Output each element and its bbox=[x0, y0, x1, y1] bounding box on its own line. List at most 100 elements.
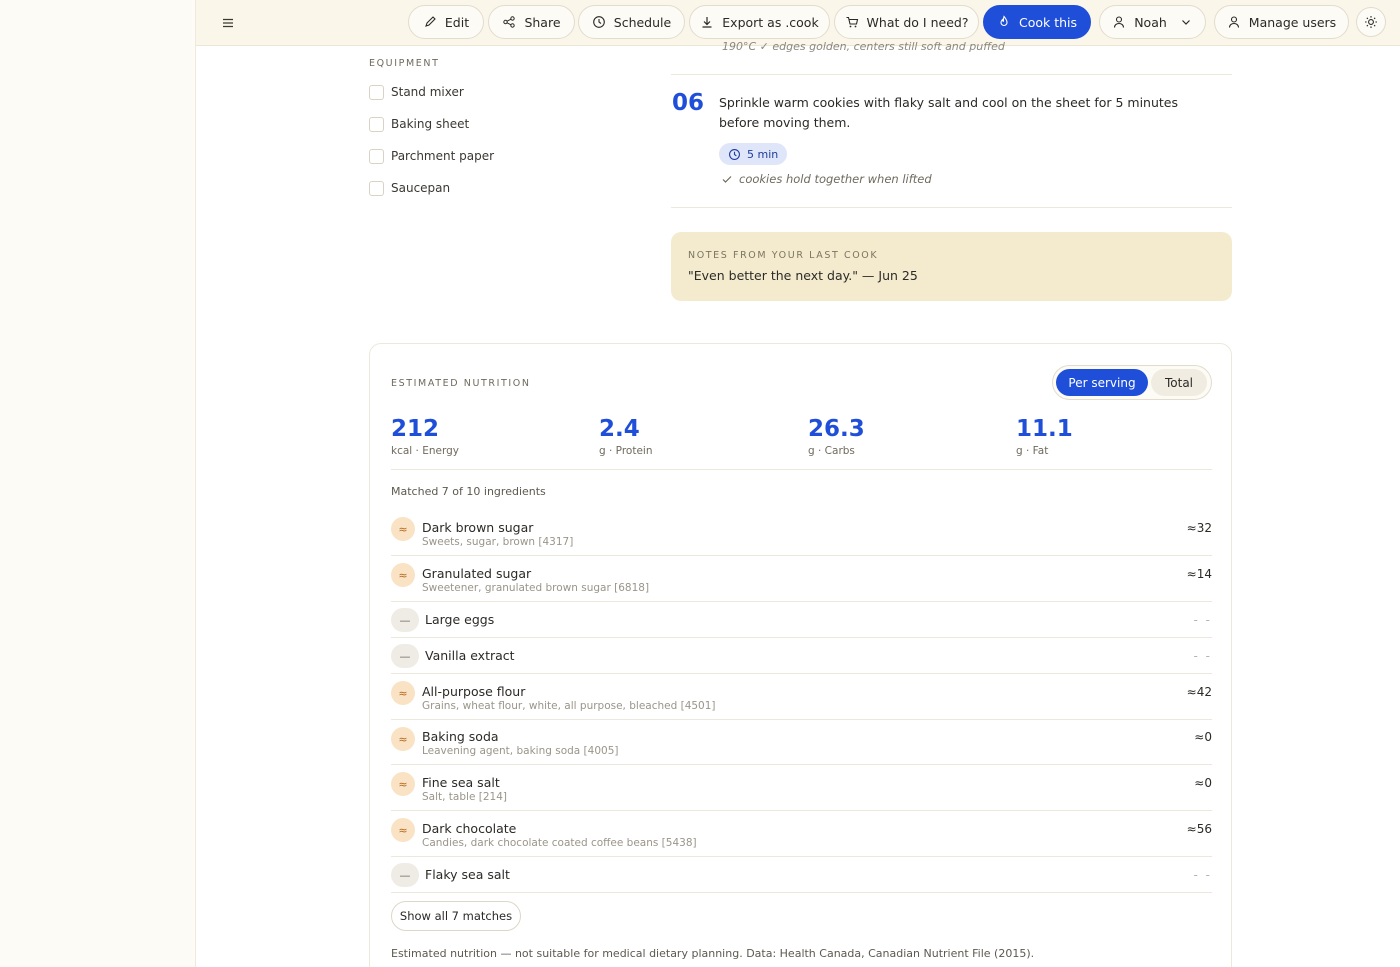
edit-button-label: Edit bbox=[444, 14, 470, 30]
last-cook-notes-card: NOTES FROM YOUR LAST COOK "Even better t… bbox=[671, 232, 1232, 301]
equipment-item[interactable]: Saucepan bbox=[369, 179, 450, 197]
menu-icon[interactable] bbox=[216, 11, 240, 35]
manage-users-button[interactable]: Manage users bbox=[1214, 5, 1349, 39]
share-icon bbox=[503, 16, 516, 28]
chevron-down-icon bbox=[1181, 20, 1190, 25]
user-menu-button[interactable]: Noah bbox=[1099, 5, 1206, 39]
step-check-text: cookies hold together when lifted bbox=[739, 172, 932, 186]
what-do-i-need-button[interactable]: What do I need? bbox=[834, 5, 979, 39]
manage-users-label: Manage users bbox=[1248, 14, 1337, 30]
nutrition-title: ESTIMATED NUTRITION bbox=[391, 378, 531, 389]
pencil-icon bbox=[425, 16, 436, 27]
ingredient-row[interactable]: ≈ All-purpose flour Grains, wheat flour,… bbox=[391, 674, 1212, 720]
ingredient-name: Dark chocolate bbox=[422, 821, 517, 836]
ingredient-row[interactable]: ≈ Dark chocolate Candies, dark chocolate… bbox=[391, 811, 1212, 857]
step-number: 06 bbox=[672, 90, 705, 116]
step-timer-label: 5 min bbox=[747, 147, 779, 161]
ingredient-value: ≈14 bbox=[1186, 567, 1212, 581]
equipment-item[interactable]: Parchment paper bbox=[369, 147, 494, 165]
ingredient-match-source: Candies, dark chocolate coated coffee be… bbox=[422, 837, 697, 849]
dash-icon: — bbox=[391, 644, 419, 668]
flame-icon bbox=[1000, 15, 1008, 26]
clock-icon bbox=[729, 148, 740, 160]
macro-value: 212 bbox=[391, 416, 440, 442]
ingredient-row[interactable]: — Vanilla extract - - bbox=[391, 638, 1212, 674]
user-name: Noah bbox=[1134, 14, 1167, 30]
dash-icon: — bbox=[391, 863, 419, 887]
macro-label: g · Carbs bbox=[808, 445, 855, 457]
ingredient-row[interactable]: ≈ Fine sea salt Salt, table [214] ≈0 bbox=[391, 765, 1212, 811]
ingredient-name: Dark brown sugar bbox=[422, 520, 534, 535]
ingredient-match-source: Grains, wheat flour, white, all purpose,… bbox=[422, 700, 716, 712]
export-cook-button[interactable]: Export as .cook bbox=[689, 5, 830, 39]
ingredient-match-source: Salt, table [214] bbox=[422, 791, 507, 803]
ingredient-value: ≈42 bbox=[1186, 685, 1212, 699]
macro-label: kcal · Energy bbox=[391, 445, 459, 457]
ingredient-name: Flaky sea salt bbox=[425, 867, 510, 882]
ingredient-row[interactable]: ≈ Granulated sugar Sweetener, granulated… bbox=[391, 556, 1212, 602]
ingredient-row[interactable]: — Flaky sea salt - - bbox=[391, 857, 1212, 893]
ingredient-name: Baking soda bbox=[422, 729, 499, 744]
sun-icon bbox=[1365, 16, 1377, 28]
share-button[interactable]: Share bbox=[488, 5, 575, 39]
approx-icon: ≈ bbox=[391, 772, 415, 796]
ingredient-value: ≈0 bbox=[1194, 776, 1212, 790]
ingredient-name: Fine sea salt bbox=[422, 775, 500, 790]
approx-icon: ≈ bbox=[391, 563, 415, 587]
per-serving-option[interactable]: Per serving bbox=[1056, 369, 1148, 396]
ingredient-name: Granulated sugar bbox=[422, 566, 532, 581]
ingredient-match-source: Sweets, sugar, brown [4317] bbox=[422, 536, 574, 548]
ingredient-value: ≈56 bbox=[1186, 822, 1212, 836]
nutrition-disclaimer: Estimated nutrition — not suitable for m… bbox=[391, 947, 1035, 960]
edit-button[interactable]: Edit bbox=[408, 5, 484, 39]
equipment-label: Parchment paper bbox=[391, 149, 495, 163]
ingredient-name: All-purpose flour bbox=[422, 684, 526, 699]
step-divider bbox=[671, 207, 1232, 208]
ingredient-row[interactable]: — Large eggs - - bbox=[391, 602, 1212, 638]
equipment-item[interactable]: Stand mixer bbox=[369, 83, 464, 101]
equipment-label: Saucepan bbox=[391, 181, 451, 195]
ingredient-value: - - bbox=[1193, 868, 1212, 882]
schedule-button[interactable]: Schedule bbox=[578, 5, 685, 39]
approx-icon: ≈ bbox=[391, 517, 415, 541]
equipment-checkbox[interactable] bbox=[369, 84, 384, 100]
equipment-title: EQUIPMENT bbox=[369, 58, 440, 69]
nutrition-card: ESTIMATED NUTRITION Per serving Total 21… bbox=[369, 343, 1232, 967]
equipment-checkbox[interactable] bbox=[369, 148, 384, 164]
ingredient-value: ≈0 bbox=[1194, 730, 1212, 744]
equipment-checkbox[interactable] bbox=[369, 180, 384, 196]
ingredient-value: ≈32 bbox=[1186, 521, 1212, 535]
user-icon bbox=[1228, 16, 1239, 28]
ingredient-match-source: Leavening agent, baking soda [4005] bbox=[422, 745, 619, 757]
macro-protein: 2.4 g · Protein bbox=[599, 414, 652, 457]
ingredient-name: Large eggs bbox=[425, 612, 495, 627]
nutrition-scope-toggle: Per serving Total bbox=[1052, 365, 1212, 400]
ingredient-value: - - bbox=[1193, 649, 1212, 663]
approx-icon: ≈ bbox=[391, 681, 415, 705]
step-doneness-check: cookies hold together when lifted bbox=[721, 172, 932, 186]
macro-value: 2.4 bbox=[599, 416, 640, 442]
ingredient-row[interactable]: ≈ Dark brown sugar Sweets, sugar, brown … bbox=[391, 510, 1212, 556]
equipment-item[interactable]: Baking sheet bbox=[369, 115, 469, 133]
ingredient-row[interactable]: ≈ Baking soda Leavening agent, baking so… bbox=[391, 720, 1212, 765]
check-icon bbox=[722, 176, 732, 183]
macro-fat: 11.1 g · Fat bbox=[1016, 414, 1073, 457]
step-timer-chip[interactable]: 5 min bbox=[719, 143, 788, 165]
equipment-checkbox[interactable] bbox=[369, 116, 384, 132]
theme-toggle-button[interactable] bbox=[1356, 7, 1386, 37]
step-text: Sprinkle warm cookies with flaky salt an… bbox=[719, 95, 1179, 130]
approx-icon: ≈ bbox=[391, 818, 415, 842]
macro-energy: 212 kcal · Energy bbox=[391, 414, 459, 457]
dash-icon: — bbox=[391, 608, 419, 632]
total-option[interactable]: Total bbox=[1151, 369, 1207, 396]
macro-label: g · Fat bbox=[1016, 445, 1049, 457]
cook-this-button[interactable]: Cook this bbox=[983, 5, 1091, 39]
matched-count: Matched 7 of 10 ingredients bbox=[391, 485, 546, 498]
show-all-matches-button[interactable]: Show all 7 matches bbox=[391, 901, 521, 931]
equipment-label: Baking sheet bbox=[391, 117, 470, 131]
user-icon bbox=[1114, 16, 1125, 28]
cook-this-label: Cook this bbox=[1018, 14, 1078, 30]
step-divider bbox=[671, 74, 1232, 75]
ingredient-value: - - bbox=[1193, 613, 1212, 627]
side-rail bbox=[0, 0, 196, 967]
